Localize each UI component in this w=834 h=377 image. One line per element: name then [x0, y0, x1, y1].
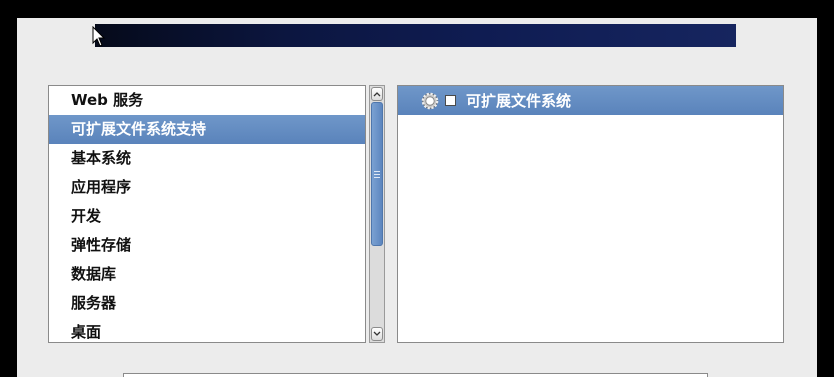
scroll-down-button[interactable] [371, 327, 383, 341]
group-item-applications[interactable]: 应用程序 [49, 173, 365, 202]
group-item-base-system[interactable]: 基本系统 [49, 144, 365, 173]
group-list-scrollbar[interactable] [369, 85, 385, 343]
optional-packages-panel[interactable]: 可扩展文件系统 [397, 85, 784, 343]
addon-checkbox[interactable] [445, 95, 456, 106]
chevron-up-icon [373, 92, 381, 97]
addon-label: 可扩展文件系统 [466, 92, 572, 110]
grip-icon [374, 170, 380, 178]
group-item-web-services[interactable]: Web 服务 [49, 86, 365, 115]
group-item-desktops[interactable]: 桌面 [49, 318, 365, 342]
chevron-down-icon [373, 331, 381, 336]
scroll-up-button[interactable] [371, 87, 383, 101]
header-banner [95, 24, 736, 47]
addon-row-scalable-filesystem[interactable]: 可扩展文件系统 [398, 86, 783, 115]
group-item-scalable-filesystem[interactable]: 可扩展文件系统支持 [49, 115, 365, 144]
description-box [123, 373, 708, 377]
gear-icon [421, 92, 439, 110]
group-item-development[interactable]: 开发 [49, 202, 365, 231]
group-item-resilient-storage[interactable]: 弹性存储 [49, 231, 365, 260]
scroll-thumb[interactable] [371, 102, 383, 246]
mouse-pointer-icon [92, 26, 106, 47]
group-item-databases[interactable]: 数据库 [49, 260, 365, 289]
package-group-list[interactable]: Web 服务 可扩展文件系统支持 基本系统 应用程序 开发 弹性存储 数据库 服… [48, 85, 366, 343]
group-item-servers[interactable]: 服务器 [49, 289, 365, 318]
